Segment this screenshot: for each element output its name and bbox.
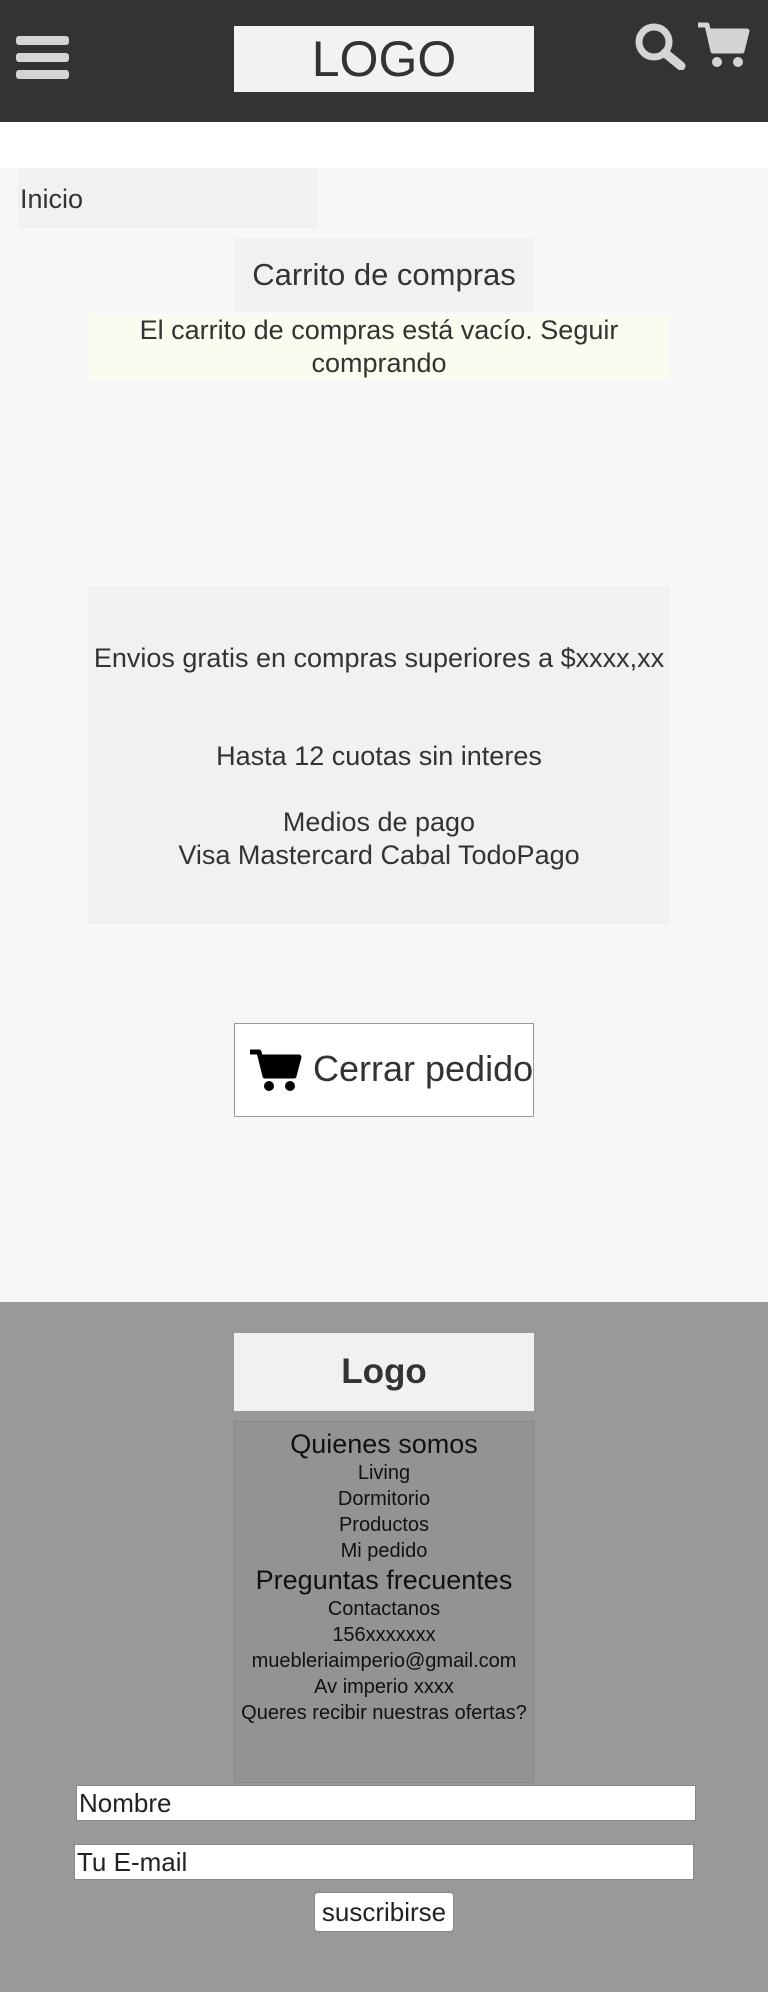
- breadcrumb: Inicio: [18, 168, 318, 228]
- footer-link-mi-pedido[interactable]: Mi pedido: [235, 1538, 533, 1564]
- footer-link-faq[interactable]: Preguntas frecuentes: [235, 1564, 533, 1596]
- header-spacer: [0, 122, 768, 168]
- empty-cart-message[interactable]: El carrito de compras está vacío. Seguir…: [88, 314, 670, 380]
- shopping-cart-icon[interactable]: [696, 20, 750, 70]
- close-order-button[interactable]: Cerrar pedido: [234, 1023, 534, 1117]
- header-logo[interactable]: LOGO: [234, 26, 534, 92]
- payment-methods: Medios de pago Visa Mastercard Cabal Tod…: [88, 806, 670, 872]
- footer-link-contact[interactable]: Contactanos: [235, 1596, 533, 1622]
- footer: Logo Quienes somos Living Dormitorio Pro…: [0, 1302, 768, 1992]
- footer-link-living[interactable]: Living: [235, 1460, 533, 1486]
- footer-address: Av imperio xxxx: [314, 1676, 454, 1698]
- footer-logo[interactable]: Logo: [234, 1333, 534, 1411]
- installments-text: Hasta 12 cuotas sin interes: [216, 741, 542, 771]
- newsletter-prompt: Queres recibir nuestras ofertas?: [241, 1702, 527, 1724]
- footer-links: Quienes somos Living Dormitorio Producto…: [234, 1421, 534, 1783]
- payment-methods-title: Medios de pago: [282, 807, 476, 837]
- email-input[interactable]: [74, 1844, 694, 1880]
- shopping-cart-icon: [250, 1049, 302, 1091]
- footer-link-productos[interactable]: Productos: [235, 1512, 533, 1538]
- store-info-box: Envios gratis en compras superiores a $x…: [88, 586, 670, 924]
- close-order-label: Cerrar pedido: [313, 1048, 534, 1089]
- search-icon[interactable]: [634, 22, 688, 70]
- payment-methods-list: Visa Mastercard Cabal TodoPago: [178, 840, 580, 870]
- breadcrumb-home-link[interactable]: Inicio: [20, 184, 83, 215]
- footer-phone: 156xxxxxxx: [332, 1624, 436, 1646]
- name-input[interactable]: [76, 1785, 696, 1821]
- top-header: LOGO: [0, 0, 768, 122]
- hamburger-menu-icon[interactable]: [16, 36, 69, 80]
- footer-link-about[interactable]: Quienes somos: [235, 1428, 533, 1460]
- free-shipping-text: Envios gratis en compras superiores a $x…: [93, 643, 665, 673]
- footer-link-dormitorio[interactable]: Dormitorio: [235, 1486, 533, 1512]
- footer-email[interactable]: muebleriaimperio@gmail.com: [235, 1648, 533, 1674]
- subscribe-button[interactable]: suscribirse: [314, 1892, 454, 1932]
- page-title: Carrito de compras: [234, 238, 534, 312]
